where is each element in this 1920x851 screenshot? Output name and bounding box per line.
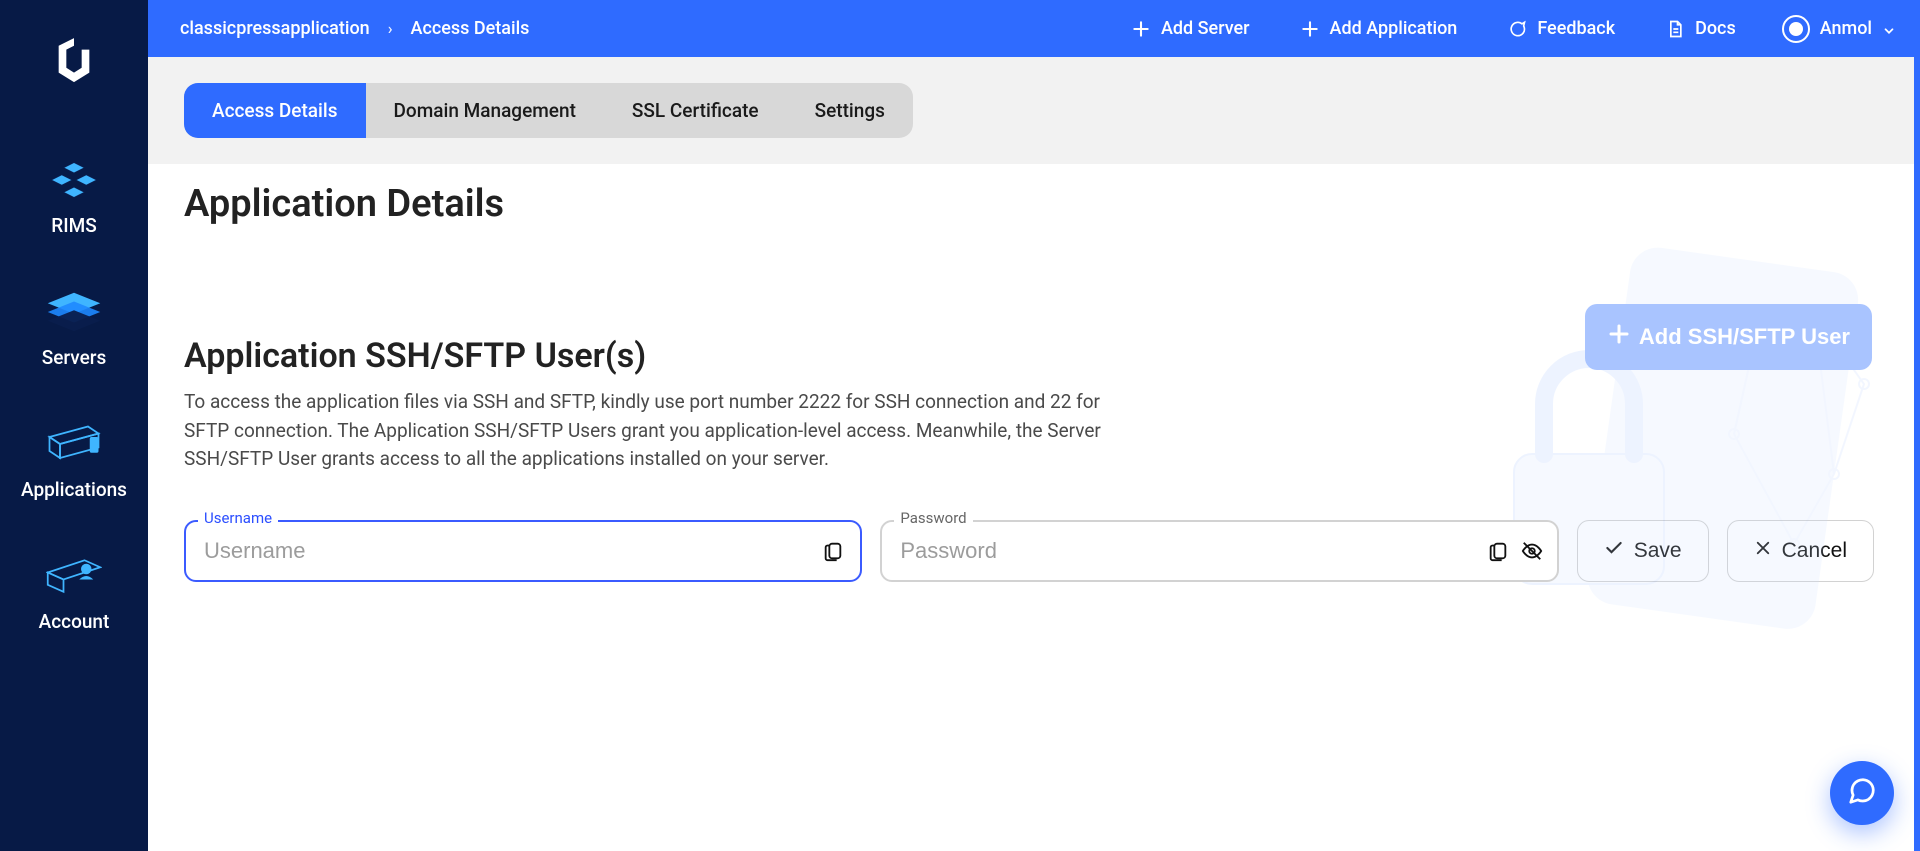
account-card-icon: [46, 556, 102, 596]
add-server-label: Add Server: [1161, 18, 1250, 39]
username-input[interactable]: [184, 520, 862, 582]
sidebar-item-servers[interactable]: Servers: [42, 292, 107, 369]
sidebar-item-label: Applications: [21, 478, 127, 501]
copy-icon[interactable]: [1487, 540, 1509, 562]
add-application-button[interactable]: Add Application: [1280, 18, 1478, 39]
user-name: Anmol: [1820, 18, 1872, 39]
plus-icon: [1300, 19, 1320, 39]
password-field-wrap: Password: [880, 520, 1558, 582]
cancel-label: Cancel: [1782, 539, 1847, 563]
chevron-right-icon: ›: [388, 19, 393, 38]
page: Application Details Add SSH/SFTP User Ap…: [148, 164, 1914, 642]
tabs: Access Details Domain Management SSL Cer…: [184, 83, 913, 138]
password-label: Password: [894, 509, 972, 527]
sidebar-item-account[interactable]: Account: [39, 556, 110, 633]
tab-label: SSL Certificate: [632, 99, 759, 122]
plus-icon: [1131, 19, 1151, 39]
logo-icon: [51, 36, 97, 90]
chevron-down-icon: [1882, 22, 1896, 36]
tab-ssl-certificate[interactable]: SSL Certificate: [604, 83, 787, 138]
tab-label: Domain Management: [394, 99, 576, 122]
chat-icon: [1507, 19, 1527, 39]
cubes-icon: [46, 160, 102, 200]
tab-access-details[interactable]: Access Details: [184, 83, 366, 138]
tab-label: Access Details: [212, 99, 338, 122]
tab-domain-management[interactable]: Domain Management: [366, 83, 604, 138]
plus-icon: [1607, 322, 1631, 352]
sidebar-item-label: Account: [39, 610, 110, 633]
username-field-wrap: Username: [184, 520, 862, 582]
breadcrumb-current: Access Details: [411, 18, 530, 39]
sidebar: RIMS Servers Applications: [0, 0, 148, 851]
page-title: Application Details: [184, 182, 1874, 226]
support-chat-button[interactable]: [1830, 761, 1894, 825]
save-button[interactable]: Save: [1577, 520, 1709, 582]
breadcrumb-root[interactable]: classicpressapplication: [180, 18, 370, 39]
docs-button[interactable]: Docs: [1645, 18, 1756, 39]
ssh-user-form: Username Password: [184, 520, 1874, 582]
save-label: Save: [1634, 539, 1682, 563]
sidebar-item-rims[interactable]: RIMS: [46, 160, 102, 237]
feedback-button[interactable]: Feedback: [1487, 18, 1635, 39]
username-label: Username: [198, 509, 278, 527]
sidebar-item-applications[interactable]: Applications: [21, 424, 127, 501]
app-window-icon: [46, 424, 102, 464]
add-application-label: Add Application: [1330, 18, 1458, 39]
add-server-button[interactable]: Add Server: [1111, 18, 1270, 39]
sidebar-item-label: Servers: [42, 346, 107, 369]
section-description: To access the application files via SSH …: [184, 388, 1104, 474]
close-icon: [1754, 539, 1772, 563]
feedback-label: Feedback: [1537, 18, 1615, 39]
brand-logo[interactable]: [47, 25, 102, 100]
check-icon: [1604, 538, 1624, 564]
avatar-icon: [1782, 15, 1810, 43]
tab-settings[interactable]: Settings: [787, 83, 913, 138]
breadcrumb: classicpressapplication › Access Details: [180, 18, 529, 39]
document-icon: [1665, 19, 1685, 39]
sidebar-item-label: RIMS: [51, 214, 96, 237]
add-ssh-user-button[interactable]: Add SSH/SFTP User: [1585, 304, 1872, 370]
content-scroll: Access Details Domain Management SSL Cer…: [148, 57, 1920, 851]
tabs-row: Access Details Domain Management SSL Cer…: [148, 57, 1914, 164]
main-area: classicpressapplication › Access Details…: [148, 0, 1920, 851]
copy-icon[interactable]: [822, 540, 844, 562]
password-input[interactable]: [880, 520, 1558, 582]
user-menu[interactable]: Anmol: [1782, 15, 1896, 43]
chat-bubble-icon: [1847, 776, 1877, 810]
tab-label: Settings: [815, 99, 885, 122]
topbar: classicpressapplication › Access Details…: [148, 0, 1920, 57]
decorative-lock-illustration: [1504, 224, 1920, 654]
add-ssh-user-label: Add SSH/SFTP User: [1639, 324, 1850, 350]
server-stack-icon: [46, 292, 102, 332]
eye-off-icon[interactable]: [1521, 540, 1543, 562]
cancel-button[interactable]: Cancel: [1727, 520, 1874, 582]
docs-label: Docs: [1695, 18, 1736, 39]
